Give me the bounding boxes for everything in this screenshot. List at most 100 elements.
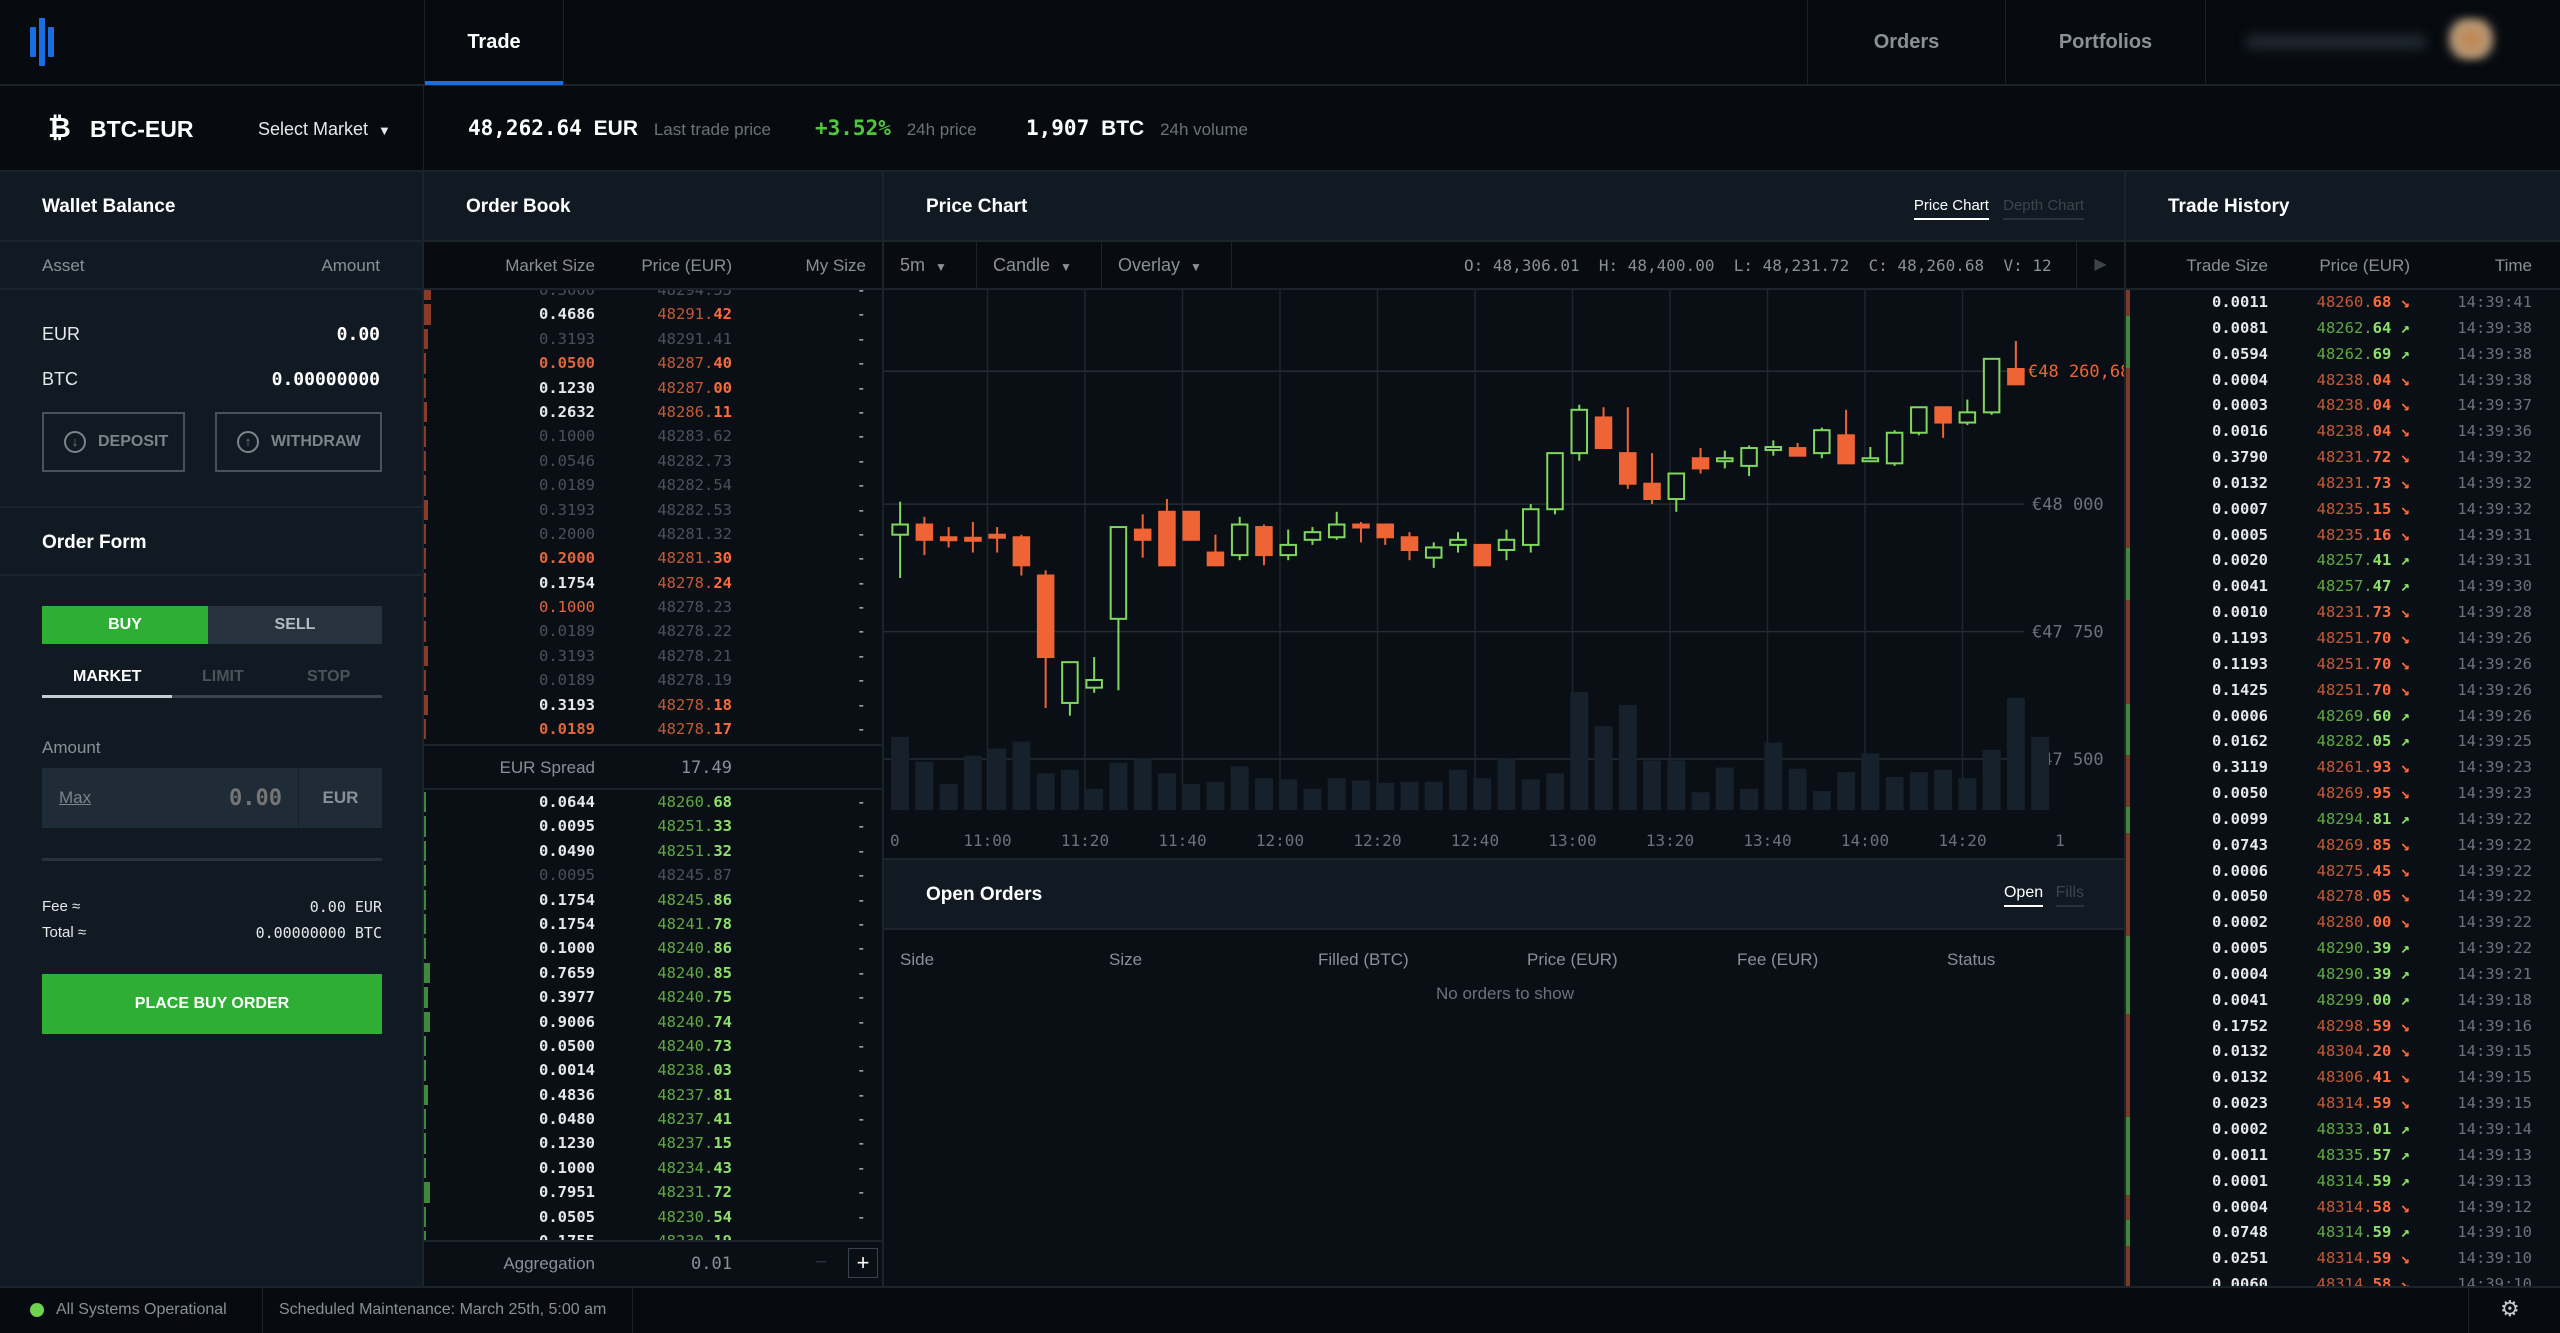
trade-row[interactable]: 0.0050 48269.95 ↘ 14:39:23 xyxy=(2126,781,2560,807)
order-type-limit[interactable]: LIMIT xyxy=(202,668,244,686)
ask-row[interactable]: 0.1230 48287.00 - xyxy=(424,376,882,400)
bid-row[interactable]: 0.1230 48237.15 - xyxy=(424,1131,882,1155)
ask-row[interactable]: 0.3193 48278.21 - xyxy=(424,644,882,668)
trade-row[interactable]: 0.0162 48282.05 ↗ 14:39:25 xyxy=(2126,729,2560,756)
order-book-bids[interactable]: 0.0644 48260.68 - 0.0095 48251.33 - 0.0490 4825… xyxy=(424,790,882,1240)
ask-row[interactable]: 0.3000 48294.53 - xyxy=(424,290,882,302)
bid-row[interactable]: 0.0014 48238.03 - xyxy=(424,1058,882,1082)
ask-row[interactable]: 0.2632 48286.11 - xyxy=(424,400,882,424)
bid-row[interactable]: 0.0490 48251.32 - xyxy=(424,839,882,863)
buy-tab[interactable]: BUY xyxy=(42,606,208,644)
trade-row[interactable]: 0.0020 48257.41 ↗ 14:39:31 xyxy=(2126,548,2560,575)
trade-row[interactable]: 0.0023 48314.59 ↘ 14:39:15 xyxy=(2126,1091,2560,1117)
ask-row[interactable]: 0.2000 48281.32 - xyxy=(424,522,882,546)
trade-row[interactable]: 0.0006 48269.60 ↗ 14:39:26 xyxy=(2126,703,2560,730)
trade-row[interactable]: 0.0132 48231.73 ↘ 14:39:32 xyxy=(2126,470,2560,497)
trade-row[interactable]: 0.0132 48304.20 ↘ 14:39:15 xyxy=(2126,1039,2560,1066)
trade-row[interactable]: 0.0005 48235.16 ↘ 14:39:31 xyxy=(2126,522,2560,549)
trade-row[interactable]: 0.0016 48238.04 ↘ 14:39:36 xyxy=(2126,419,2560,446)
select-market-dropdown[interactable]: Select Market ▼ xyxy=(258,119,391,140)
ask-row[interactable]: 0.0189 48282.54 - xyxy=(424,473,882,497)
bid-row[interactable]: 0.1000 48240.86 - xyxy=(424,936,882,960)
trade-row[interactable]: 0.0010 48231.73 ↘ 14:39:28 xyxy=(2126,600,2560,626)
ask-row[interactable]: 0.3193 48278.18 - xyxy=(424,693,882,717)
nav-tab-trade[interactable]: Trade xyxy=(424,0,564,85)
nav-tab-portfolios[interactable]: Portfolios xyxy=(2005,0,2205,84)
bid-row[interactable]: 0.0095 48245.87 - xyxy=(424,863,882,887)
chart-type-dropdown[interactable]: Candle ▼ xyxy=(977,242,1102,288)
trade-row[interactable]: 0.3790 48231.72 ↘ 14:39:32 xyxy=(2126,445,2560,471)
bid-row[interactable]: 0.0500 48240.73 - xyxy=(424,1034,882,1058)
trade-row[interactable]: 0.0011 48335.57 ↗ 14:39:13 xyxy=(2126,1142,2560,1169)
aggregation-increase-button[interactable]: + xyxy=(848,1248,878,1278)
overlay-dropdown[interactable]: Overlay ▼ xyxy=(1102,242,1232,288)
trade-row[interactable]: 0.0004 48290.39 ↗ 14:39:21 xyxy=(2126,961,2560,988)
bid-row[interactable]: 0.9006 48240.74 - xyxy=(424,1010,882,1034)
place-buy-order-button[interactable]: PLACE BUY ORDER xyxy=(42,974,382,1034)
trade-history-list[interactable]: 0.0011 48260.68 ↘ 14:39:41 0.0081 48262.64 ↗… xyxy=(2126,290,2560,1286)
ask-row[interactable]: 0.3193 48291.41 - xyxy=(424,327,882,351)
ask-row[interactable]: 0.0546 48282.73 - xyxy=(424,449,882,473)
bid-row[interactable]: 0.4836 48237.81 - xyxy=(424,1083,882,1107)
trade-row[interactable]: 0.0004 48238.04 ↘ 14:39:38 xyxy=(2126,367,2560,394)
trade-row[interactable]: 0.0041 48257.47 ↗ 14:39:30 xyxy=(2126,574,2560,601)
trade-row[interactable]: 0.1425 48251.70 ↘ 14:39:26 xyxy=(2126,677,2560,704)
trade-row[interactable]: 0.0006 48275.45 ↘ 14:39:22 xyxy=(2126,858,2560,885)
bid-row[interactable]: 0.0644 48260.68 - xyxy=(424,790,882,814)
bid-row[interactable]: 0.3977 48240.75 - xyxy=(424,985,882,1009)
avatar[interactable] xyxy=(2446,18,2496,60)
ask-row[interactable]: 0.0189 48278.17 - xyxy=(424,717,882,741)
trade-row[interactable]: 0.0748 48314.59 ↗ 14:39:10 xyxy=(2126,1220,2560,1247)
trade-row[interactable]: 0.0050 48278.05 ↘ 14:39:22 xyxy=(2126,884,2560,911)
tab-price-chart[interactable]: Price Chart xyxy=(1913,197,1989,220)
candlestick-chart[interactable]: €48 000€47 750€47 5000 11:00 11:20 11:40 12:… xyxy=(884,290,2124,858)
amount-input[interactable] xyxy=(122,768,292,828)
bid-row[interactable]: 0.1755 48230.19 - xyxy=(424,1229,882,1240)
aggregation-decrease-button[interactable]: − xyxy=(806,1248,836,1278)
ask-row[interactable]: 0.0189 48278.19 - xyxy=(424,668,882,692)
bid-row[interactable]: 0.1754 48245.86 - xyxy=(424,888,882,912)
ask-row[interactable]: 0.1754 48278.24 - xyxy=(424,571,882,595)
trade-row[interactable]: 0.0007 48235.15 ↘ 14:39:32 xyxy=(2126,496,2560,523)
ask-row[interactable]: 0.0189 48278.22 - xyxy=(424,619,882,643)
bid-row[interactable]: 0.0480 48237.41 - xyxy=(424,1107,882,1131)
trade-row[interactable]: 0.0011 48260.68 ↘ 14:39:41 xyxy=(2126,290,2560,316)
ask-row[interactable]: 0.4686 48291.42 - xyxy=(424,302,882,326)
bid-row[interactable]: 0.1000 48234.43 - xyxy=(424,1156,882,1180)
trade-row[interactable]: 0.0004 48314.58 ↘ 14:39:12 xyxy=(2126,1194,2560,1221)
tab-fills[interactable]: Fills xyxy=(2055,884,2084,907)
maintenance-notice[interactable]: Scheduled Maintenance: March 25th, 5:00 … xyxy=(279,1301,606,1319)
trade-row[interactable]: 0.0041 48299.00 ↗ 14:39:18 xyxy=(2126,987,2560,1014)
bid-row[interactable]: 0.0505 48230.54 - xyxy=(424,1205,882,1229)
nav-tab-orders[interactable]: Orders xyxy=(1807,0,2005,84)
trade-row[interactable]: 0.0001 48314.59 ↗ 14:39:13 xyxy=(2126,1168,2560,1195)
trade-row[interactable]: 0.0594 48262.69 ↗ 14:39:38 xyxy=(2126,341,2560,368)
bid-row[interactable]: 0.7951 48231.72 - xyxy=(424,1180,882,1204)
system-status[interactable]: All Systems Operational xyxy=(56,1301,227,1319)
user-menu[interactable] xyxy=(2205,0,2560,84)
trade-row[interactable]: 0.0060 48314.58 ↘ 14:39:10 xyxy=(2126,1272,2560,1286)
trade-row[interactable]: 0.0002 48333.01 ↗ 14:39:14 xyxy=(2126,1117,2560,1143)
trade-row[interactable]: 0.3119 48261.93 ↘ 14:39:23 xyxy=(2126,755,2560,782)
withdraw-button[interactable]: ↑ WITHDRAW xyxy=(215,412,382,472)
ask-row[interactable]: 0.0500 48287.40 - xyxy=(424,351,882,375)
sell-tab[interactable]: SELL xyxy=(208,606,382,644)
order-book-asks[interactable]: 0.3000 48294.53 - 0.4686 48291.42 - 0.3193 4829… xyxy=(424,290,882,744)
ask-row[interactable]: 0.1000 48278.23 - xyxy=(424,595,882,619)
trade-row[interactable]: 0.0251 48314.59 ↘ 14:39:10 xyxy=(2126,1246,2560,1273)
tab-depth-chart[interactable]: Depth Chart xyxy=(2003,197,2084,220)
order-type-market[interactable]: MARKET xyxy=(73,668,141,686)
trade-row[interactable]: 0.0003 48238.04 ↘ 14:39:37 xyxy=(2126,393,2560,420)
trade-row[interactable]: 0.0743 48269.85 ↘ 14:39:22 xyxy=(2126,832,2560,859)
trade-row[interactable]: 0.0132 48306.41 ↘ 14:39:15 xyxy=(2126,1065,2560,1092)
tab-open[interactable]: Open xyxy=(2003,884,2044,907)
trade-row[interactable]: 0.1193 48251.70 ↘ 14:39:26 xyxy=(2126,625,2560,652)
ask-row[interactable]: 0.3193 48282.53 - xyxy=(424,498,882,522)
trade-row[interactable]: 0.0002 48280.00 ↘ 14:39:22 xyxy=(2126,910,2560,937)
order-type-stop[interactable]: STOP xyxy=(307,668,350,686)
bid-row[interactable]: 0.1754 48241.78 - xyxy=(424,912,882,936)
trade-row[interactable]: 0.0081 48262.64 ↗ 14:39:38 xyxy=(2126,315,2560,342)
gear-icon[interactable]: ⚙ xyxy=(2500,1296,2520,1322)
interval-dropdown[interactable]: 5m ▼ xyxy=(884,242,977,288)
trade-row[interactable]: 0.1752 48298.59 ↘ 14:39:16 xyxy=(2126,1013,2560,1040)
